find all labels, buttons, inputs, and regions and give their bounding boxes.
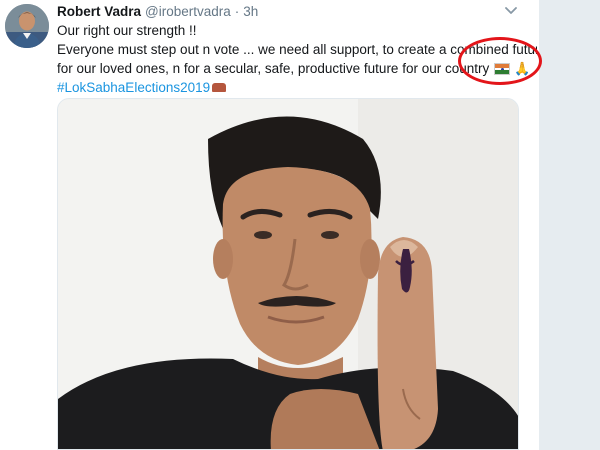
tweet-timestamp[interactable]: 3h <box>243 4 258 19</box>
ballot-finger-icon <box>212 83 227 92</box>
tweet-line-2: Everyone must step out n vote ... we nee… <box>57 42 537 57</box>
tweet-text: Our right our strength !! Everyone must … <box>57 21 537 97</box>
tweet-photo[interactable] <box>57 98 519 450</box>
hashtag-link[interactable]: #LokSabhaElections2019 <box>57 80 210 95</box>
tweet-card[interactable]: Robert Vadra @irobertvadra · 3h Our righ… <box>0 0 542 450</box>
separator-dot: · <box>234 3 240 19</box>
india-flag-icon <box>494 63 511 75</box>
tweet-line-4: #LokSabhaElections2019 <box>57 78 537 97</box>
folded-hands-icon: 🙏 <box>514 61 531 76</box>
tweet-line-3-text: for our loved ones, n for a secular, saf… <box>57 61 490 76</box>
avatar[interactable] <box>5 4 49 48</box>
tweet-line-3: for our loved ones, n for a secular, saf… <box>57 59 537 78</box>
chevron-down-icon[interactable] <box>503 4 519 18</box>
tweet-header: Robert Vadra @irobertvadra · 3h <box>57 2 258 20</box>
author-name[interactable]: Robert Vadra <box>57 4 141 19</box>
tweet-line-1: Our right our strength !! <box>57 23 197 38</box>
timeline-background <box>540 0 600 450</box>
author-handle[interactable]: @irobertvadra <box>145 4 231 19</box>
